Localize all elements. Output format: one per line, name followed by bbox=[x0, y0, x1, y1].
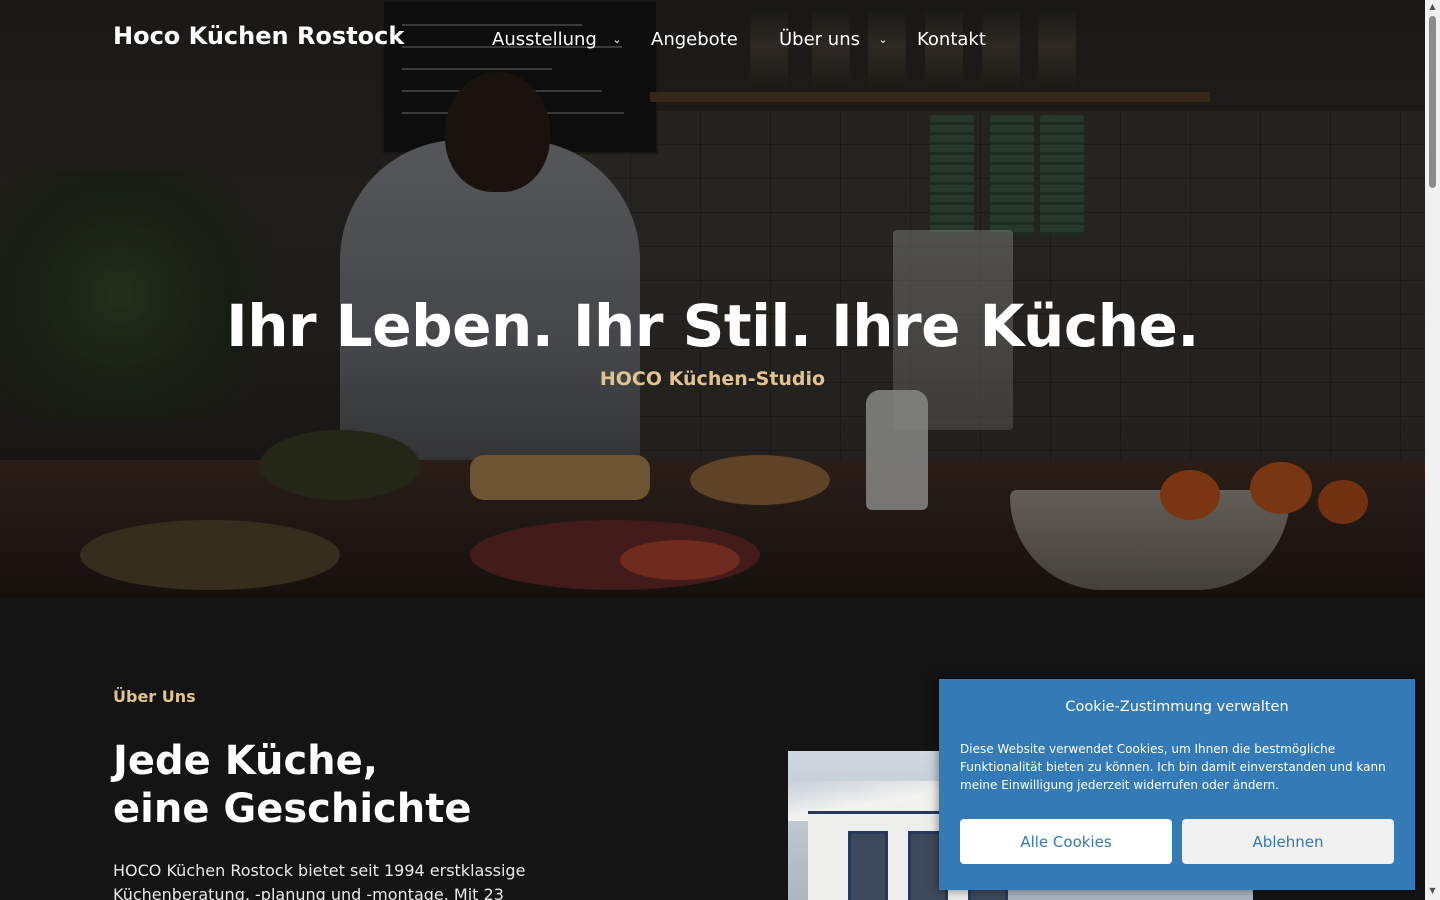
page-scrollbar[interactable]: ▲ ▼ bbox=[1425, 0, 1440, 900]
about-heading-line-2: eine Geschichte bbox=[113, 786, 472, 832]
cookie-consent-banner: Cookie-Zustimmung verwalten Diese Websit… bbox=[939, 679, 1415, 890]
about-paragraph: HOCO Küchen Rostock bietet seit 1994 ers… bbox=[113, 861, 526, 900]
scroll-up-arrow-icon[interactable]: ▲ bbox=[1425, 0, 1440, 14]
section-eyebrow: Über Uns bbox=[113, 687, 196, 706]
deny-cookies-button[interactable]: Ablehnen bbox=[1182, 819, 1394, 864]
accept-all-cookies-button[interactable]: Alle Cookies bbox=[960, 819, 1172, 864]
site-logo-link[interactable]: Hoco Küchen Rostock bbox=[113, 22, 404, 50]
about-heading: Jede Küche, eine Geschichte bbox=[113, 737, 471, 833]
chevron-down-icon[interactable]: ⌄ bbox=[876, 32, 890, 48]
nav-item-ueber-uns[interactable]: Über uns bbox=[779, 28, 860, 52]
hero-title: Ihr Leben. Ihr Stil. Ihre Küche. bbox=[226, 292, 1199, 360]
about-heading-line-1: Jede Küche, bbox=[113, 738, 378, 784]
hero-subtitle: HOCO Küchen-Studio bbox=[599, 368, 826, 390]
chevron-down-icon[interactable]: ⌄ bbox=[610, 32, 624, 48]
nav-item-angebote[interactable]: Angebote bbox=[651, 28, 738, 52]
scroll-down-arrow-icon[interactable]: ▼ bbox=[1425, 884, 1440, 898]
cookie-banner-text: Diese Website verwendet Cookies, um Ihne… bbox=[960, 742, 1386, 792]
nav-item-kontakt[interactable]: Kontakt bbox=[917, 28, 986, 52]
cookie-banner-title: Cookie-Zustimmung verwalten bbox=[1065, 699, 1289, 715]
scrollbar-thumb[interactable] bbox=[1429, 16, 1436, 188]
hero-section: Hoco Küchen Rostock Ausstellung ⌄ Angebo… bbox=[0, 0, 1425, 597]
nav-item-ausstellung[interactable]: Ausstellung bbox=[492, 28, 597, 52]
